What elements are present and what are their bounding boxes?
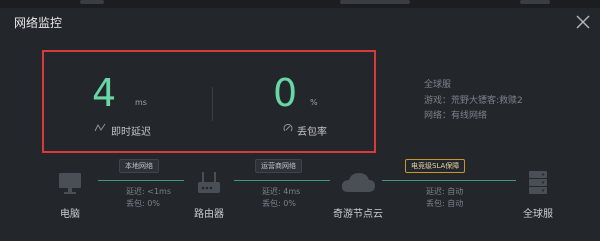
link-line [234, 180, 330, 181]
link-tag: 运营商网络 [255, 159, 302, 173]
node-router: 路由器 [184, 168, 234, 220]
node-cloud: 奇游节点云 [330, 168, 386, 220]
link-stats: 延迟: <1ms 丢包: 0% [126, 186, 171, 210]
latency-unit: ms [135, 98, 147, 107]
network-value: 有线网络 [451, 111, 488, 121]
latency-stat-label: 延迟: [262, 187, 281, 196]
latency-stat-label: 延迟: [126, 187, 145, 196]
network-info: 网络：有线网络 [424, 108, 487, 121]
link-stats: 延迟: 4ms 丢包: 0% [262, 186, 300, 210]
loss-stat-value: 0% [147, 199, 160, 208]
link-tag: 本地网络 [119, 159, 159, 173]
latency-stat-value: 自动 [447, 187, 464, 196]
latency-value: 4 [92, 71, 117, 115]
node-label: 路由器 [194, 209, 224, 220]
loss-stat-value: 0% [283, 199, 296, 208]
close-icon[interactable] [576, 15, 590, 29]
loss-stat-label: 丢包: [426, 199, 445, 208]
computer-icon [59, 173, 81, 194]
link-line [98, 180, 184, 181]
link-stats: 延迟: 自动 丢包: 自动 [426, 186, 463, 210]
node-label: 全球服 [523, 209, 553, 220]
loss-stat-value: 自动 [447, 199, 464, 208]
server-icon [529, 171, 547, 194]
latency-stat-label: 延迟: [426, 187, 445, 196]
packet-loss-value: 0 [273, 71, 298, 115]
network-label: 网络： [424, 111, 452, 121]
game-info: 游戏：荒野大镖客:救赎2 [424, 93, 523, 106]
link-line [382, 180, 516, 181]
sla-badge: 电竞级SLA保障 [405, 159, 466, 173]
node-label: 奇游节点云 [333, 209, 383, 220]
server-header: 全球服 [424, 80, 452, 90]
latency-icon [94, 123, 106, 136]
cloud-icon [341, 173, 375, 192]
top-strip [0, 0, 600, 8]
packet-loss-label: 丢包率 [297, 127, 327, 138]
latency-label: 即时延迟 [111, 127, 151, 138]
metrics-divider [212, 87, 213, 121]
loss-stat-label: 丢包: [126, 199, 145, 208]
node-global-server: 全球服 [516, 168, 560, 220]
node-computer: 电脑 [48, 168, 92, 220]
latency-stat-value: <1ms [147, 187, 172, 196]
packet-loss-unit: % [310, 98, 318, 107]
packet-loss-icon [283, 123, 293, 136]
latency-stat-value: 4ms [283, 187, 301, 196]
loss-stat-label: 丢包: [262, 199, 281, 208]
router-icon [198, 172, 220, 193]
game-label: 游戏： [424, 96, 452, 106]
window-title: 网络监控 [14, 16, 63, 30]
game-value: 荒野大镖客:救赎2 [451, 96, 523, 106]
node-label: 电脑 [60, 209, 80, 220]
